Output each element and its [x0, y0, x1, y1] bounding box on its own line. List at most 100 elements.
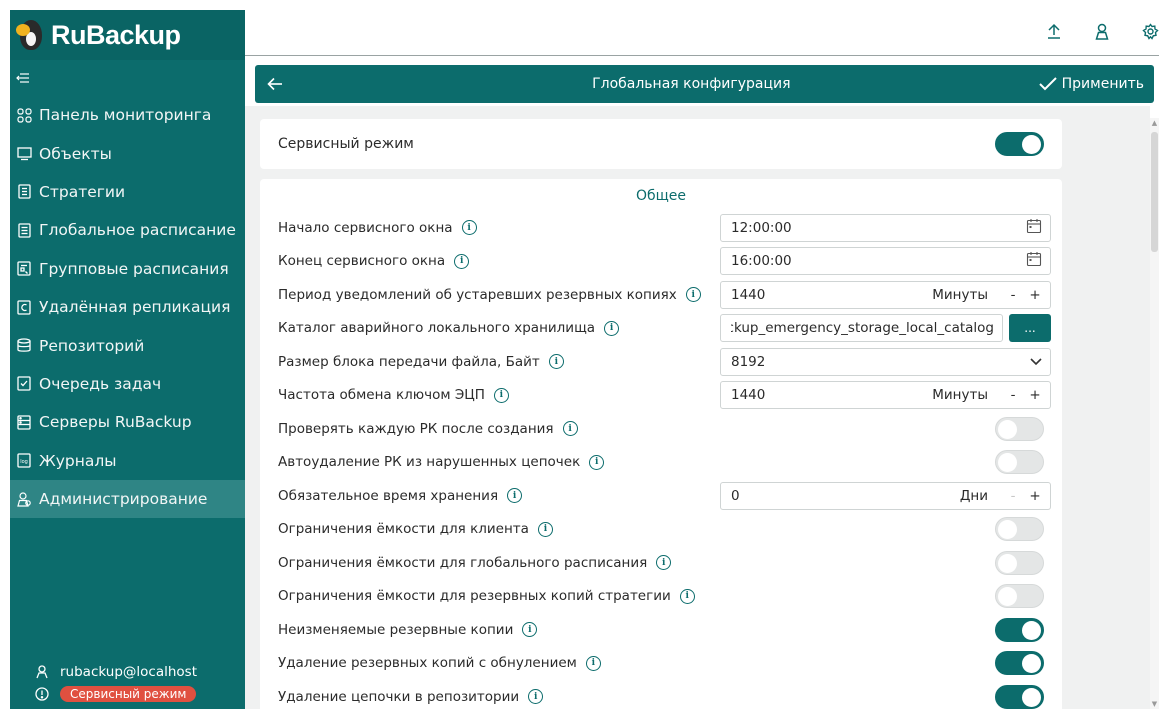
sidebar-item-1[interactable]: Объекты [10, 134, 245, 172]
sidebar-item-7[interactable]: Очередь задач [10, 365, 245, 403]
info-icon[interactable]: i [507, 488, 523, 504]
svg-text:log: log [20, 459, 28, 465]
top-bar [245, 10, 1159, 56]
sidebar-item-5[interactable]: Удалённая репликация [10, 288, 245, 326]
back-button[interactable] [255, 77, 295, 91]
decrement-button[interactable]: - [1006, 287, 1020, 303]
setting-toggle[interactable] [995, 684, 1044, 709]
service-mode-card: Сервисный режим [260, 119, 1062, 169]
apply-label: Применить [1061, 76, 1144, 92]
setting-row: Удаление резервных копий с обнулением i [260, 647, 1062, 681]
info-icon[interactable]: i [493, 387, 509, 403]
sidebar-item-4[interactable]: Групповые расписания [10, 250, 245, 288]
info-icon[interactable]: i [461, 220, 477, 236]
sidebar-item-10[interactable]: Администрирование [10, 479, 245, 519]
sidebar-item-9[interactable]: log Журналы [10, 442, 245, 480]
time-input[interactable]: 16:00:00 [720, 247, 1051, 276]
setting-row: Обязательное время хранения i 0 Дни - + [260, 479, 1062, 513]
info-icon[interactable]: i [454, 253, 470, 269]
setting-row: Автоудаление РК из нарушенных цепочек i [260, 446, 1062, 480]
apply-button[interactable]: Применить [1038, 76, 1154, 92]
select-input[interactable]: 8192 [720, 347, 1051, 376]
service-mode-toggle[interactable] [995, 132, 1044, 156]
setting-label: Период уведомлений об устаревших резервн… [278, 287, 701, 303]
sidebar-item-label: Панель мониторинга [39, 106, 212, 125]
setting-label: Ограничения ёмкости для резервных копий … [278, 588, 695, 604]
sidebar-item-label: Репозиторий [39, 336, 145, 355]
replication-icon [16, 299, 32, 315]
sidebar-item-2[interactable]: Стратегии [10, 173, 245, 211]
browse-button[interactable]: ... [1009, 314, 1051, 343]
setting-toggle[interactable] [995, 450, 1044, 475]
document-icon [16, 184, 32, 200]
sidebar-item-0[interactable]: Панель мониторинга [10, 96, 245, 134]
info-icon[interactable]: i [537, 521, 553, 537]
user-info[interactable]: rubackup@localhost [16, 661, 245, 683]
setting-toggle[interactable] [995, 617, 1044, 642]
chevron-down-icon[interactable] [1030, 354, 1042, 370]
setting-label-text: Начало сервисного окна [278, 219, 453, 236]
scrollbar[interactable]: ▲ ▼ [1150, 118, 1159, 709]
collapse-sidebar-button[interactable] [10, 60, 245, 96]
calendar-icon[interactable] [1026, 218, 1042, 238]
info-icon[interactable]: i [685, 287, 701, 303]
setting-label: Каталог аварийного локального хранилища i [278, 320, 620, 336]
sidebar-item-8[interactable]: Серверы RuBackup [10, 403, 245, 441]
field-value: 16:00:00 [731, 253, 792, 270]
setting-toggle[interactable] [995, 651, 1044, 676]
info-icon[interactable]: i [585, 655, 601, 671]
field-value: 1440 [731, 286, 766, 303]
settings-button[interactable] [1141, 22, 1159, 40]
setting-label: Начало сервисного окна i [278, 220, 477, 236]
path-input[interactable]: rubackup_emergency_storage_local_catalog [720, 314, 1003, 343]
scroll-up-icon[interactable]: ▲ [1150, 118, 1159, 128]
upload-button[interactable] [1045, 22, 1063, 40]
info-icon[interactable]: i [656, 555, 672, 571]
sidebar-item-3[interactable]: Глобальное расписание [10, 211, 245, 249]
log-icon: log [16, 453, 32, 469]
logo[interactable]: RuBackup [10, 10, 245, 60]
arrow-left-icon [267, 77, 282, 91]
profile-button[interactable] [1093, 22, 1111, 40]
sidebar-item-label: Объекты [39, 144, 112, 163]
scroll-down-icon[interactable]: ▼ [1150, 699, 1159, 709]
info-icon[interactable]: i [604, 320, 620, 336]
grid-icon [16, 107, 32, 123]
admin-users-icon [16, 491, 32, 507]
info-icon[interactable]: i [548, 354, 564, 370]
setting-row: Ограничения ёмкости для клиента i [260, 513, 1062, 547]
sidebar-item-label: Удалённая репликация [39, 298, 231, 317]
info-icon[interactable]: i [562, 421, 578, 437]
info-icon[interactable]: i [528, 689, 544, 705]
field-value: 0 [731, 487, 740, 504]
info-icon[interactable]: i [679, 588, 695, 604]
setting-toggle[interactable] [995, 584, 1044, 609]
setting-label-text: Проверять каждую РК после создания [278, 420, 554, 437]
time-input[interactable]: 12:00:00 [720, 213, 1051, 242]
info-icon[interactable]: i [589, 454, 605, 470]
sidebar-item-6[interactable]: Репозиторий [10, 326, 245, 364]
info-icon[interactable]: i [522, 622, 538, 638]
setting-label: Конец сервисного окна i [278, 253, 470, 269]
calendar-icon[interactable] [1026, 251, 1042, 271]
setting-row: Ограничения ёмкости для резервных копий … [260, 580, 1062, 614]
status-badge: Сервисный режим [60, 686, 197, 702]
calendar-list-icon [16, 261, 32, 277]
scrollbar-thumb[interactable] [1151, 132, 1158, 252]
setting-row: Ограничения ёмкости для глобального расп… [260, 546, 1062, 580]
number-input[interactable]: 1440 Минуты - + [720, 381, 1051, 410]
increment-button[interactable]: + [1028, 387, 1042, 403]
increment-button[interactable]: + [1028, 488, 1042, 504]
setting-toggle[interactable] [995, 550, 1044, 575]
setting-toggle[interactable] [995, 416, 1044, 441]
sidebar-item-label: Глобальное расписание [39, 221, 236, 240]
number-input[interactable]: 1440 Минуты - + [720, 280, 1051, 309]
decrement-button[interactable]: - [1006, 488, 1020, 504]
setting-toggle[interactable] [995, 517, 1044, 542]
field-value: 8192 [731, 353, 766, 370]
setting-label-text: Ограничения ёмкости для клиента [278, 521, 529, 538]
number-input[interactable]: 0 Дни - + [720, 481, 1051, 510]
decrement-button[interactable]: - [1006, 387, 1020, 403]
increment-button[interactable]: + [1028, 287, 1042, 303]
collapse-menu-icon [16, 73, 29, 83]
